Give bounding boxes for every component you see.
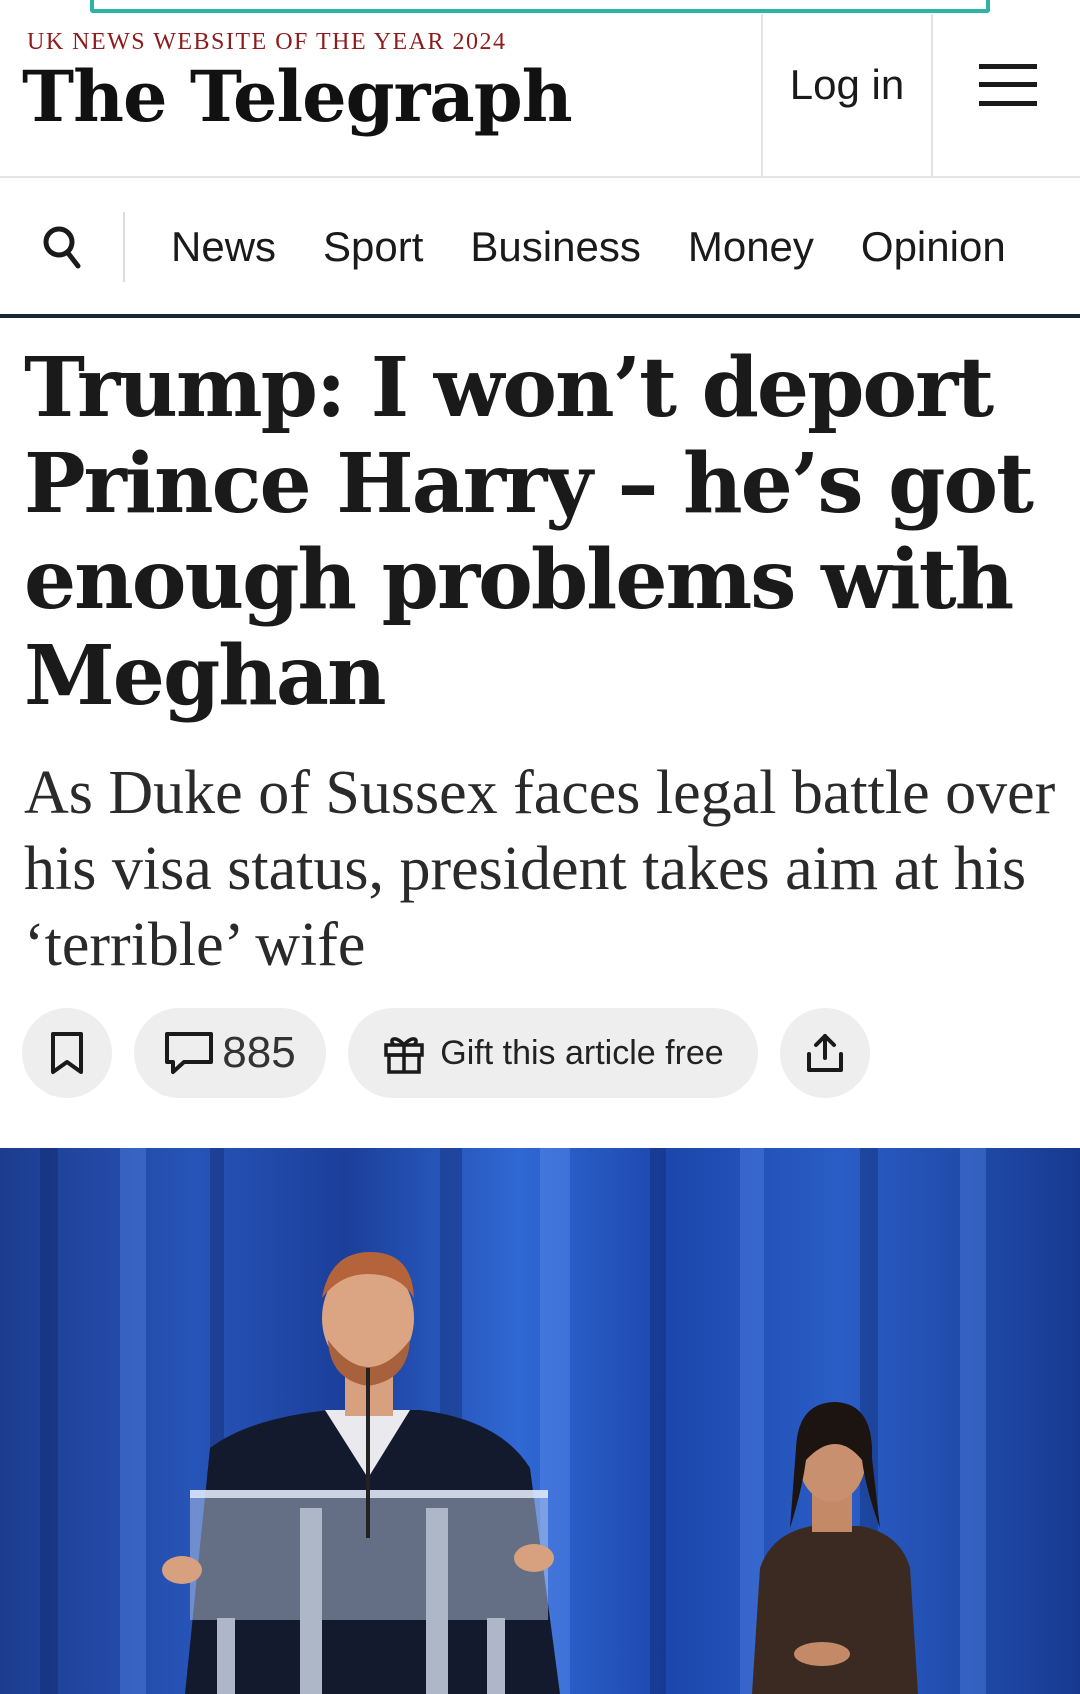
gift-icon — [384, 1037, 425, 1074]
bookmark-button[interactable] — [22, 1008, 112, 1098]
article-standfirst: As Duke of Sussex faces legal battle ove… — [24, 759, 1056, 979]
gift-article-button[interactable]: Gift this article free — [348, 1008, 758, 1098]
search-icon — [43, 226, 80, 269]
hero-image[interactable] — [0, 1148, 1080, 1694]
woman-figure — [752, 1402, 918, 1694]
share-button[interactable] — [780, 1008, 870, 1098]
hamburger-menu-icon — [978, 64, 1037, 106]
nav-items: News Sport Business Money Opinion — [125, 223, 1080, 271]
nav-item-sport[interactable]: Sport — [323, 223, 423, 271]
article-actions: 885 Gift this article free — [22, 1008, 870, 1098]
article-headline: Trump: I won’t deport Prince Harry – he’… — [24, 340, 1034, 724]
masthead: UK NEWS WEBSITE OF THE YEAR 2024 The Tel… — [0, 0, 1080, 178]
section-nav: News Sport Business Money Opinion — [0, 180, 1080, 318]
hero-photo-illustration — [40, 1148, 986, 1694]
bookmark-icon — [51, 1032, 83, 1074]
nav-item-opinion[interactable]: Opinion — [861, 223, 1006, 271]
comments-button[interactable]: 885 — [134, 1008, 326, 1098]
gift-label: Gift this article free — [440, 1033, 724, 1072]
comment-count: 885 — [222, 1028, 296, 1077]
login-label: Log in — [789, 61, 905, 108]
search-button[interactable] — [0, 212, 125, 282]
nav-item-money[interactable]: Money — [688, 223, 814, 271]
menu-button[interactable] — [935, 14, 1080, 178]
nav-item-business[interactable]: Business — [470, 223, 640, 271]
login-button[interactable]: Log in — [761, 14, 933, 178]
comment-icon — [165, 1032, 214, 1074]
award-banner: UK NEWS WEBSITE OF THE YEAR 2024 — [27, 29, 507, 55]
nav-item-news[interactable]: News — [171, 223, 276, 271]
telegraph-logo[interactable]: The Telegraph — [22, 62, 573, 132]
share-icon — [807, 1034, 843, 1072]
nav-fade — [1010, 223, 1080, 271]
